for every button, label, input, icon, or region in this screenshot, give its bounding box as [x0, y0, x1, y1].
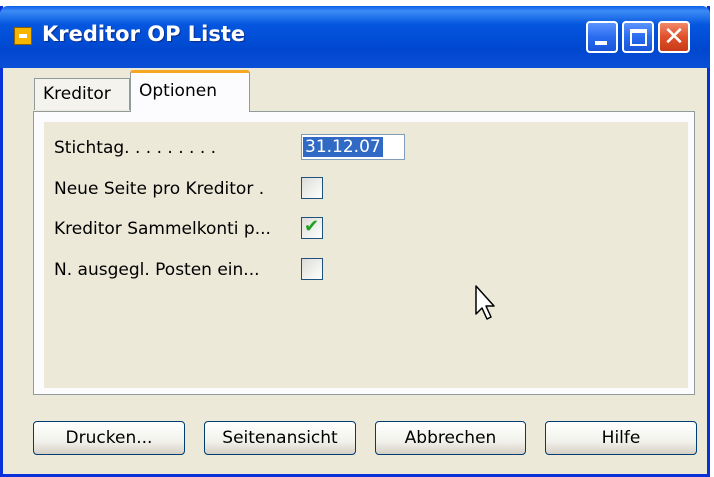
neue-seite-checkbox[interactable]	[301, 177, 323, 199]
window-title: Kreditor OP Liste	[42, 22, 246, 46]
options-panel: Stichtag. . . . . . . . . 31.12.07 Neue …	[33, 111, 695, 395]
mouse-cursor-icon	[475, 285, 495, 320]
sammelkonti-label: Kreditor Sammelkonti p...	[54, 219, 271, 239]
sammelkonti-checkbox[interactable]: ✔	[301, 216, 323, 239]
title-bar[interactable]: Kreditor OP Liste ✕	[0, 6, 710, 68]
seitenansicht-button[interactable]: Seitenansicht	[204, 421, 356, 455]
app-icon	[14, 27, 32, 45]
stichtag-label: Stichtag. . . . . . . . .	[54, 138, 217, 158]
abbrechen-button[interactable]: Abbrechen	[375, 421, 526, 455]
ausgegl-posten-checkbox[interactable]	[301, 258, 323, 280]
maximize-button[interactable]	[622, 21, 654, 53]
neue-seite-label: Neue Seite pro Kreditor .	[54, 179, 265, 199]
options-panel-content: Stichtag. . . . . . . . . 31.12.07 Neue …	[44, 122, 688, 388]
stichtag-value: 31.12.07	[303, 137, 383, 157]
maximize-icon	[630, 29, 647, 46]
close-icon: ✕	[663, 22, 685, 52]
close-button[interactable]: ✕	[658, 21, 690, 53]
drucken-button[interactable]: Drucken...	[33, 421, 185, 455]
stichtag-input[interactable]: 31.12.07	[301, 134, 405, 160]
minimize-button[interactable]	[586, 21, 618, 53]
hilfe-button[interactable]: Hilfe	[545, 421, 697, 455]
tab-optionen[interactable]: Optionen	[130, 70, 250, 112]
ausgegl-posten-label: N. ausgegl. Posten ein...	[54, 260, 260, 280]
minimize-icon	[595, 41, 607, 45]
checkmark-icon: ✔	[304, 216, 320, 237]
tab-kreditor[interactable]: Kreditor	[34, 78, 130, 110]
